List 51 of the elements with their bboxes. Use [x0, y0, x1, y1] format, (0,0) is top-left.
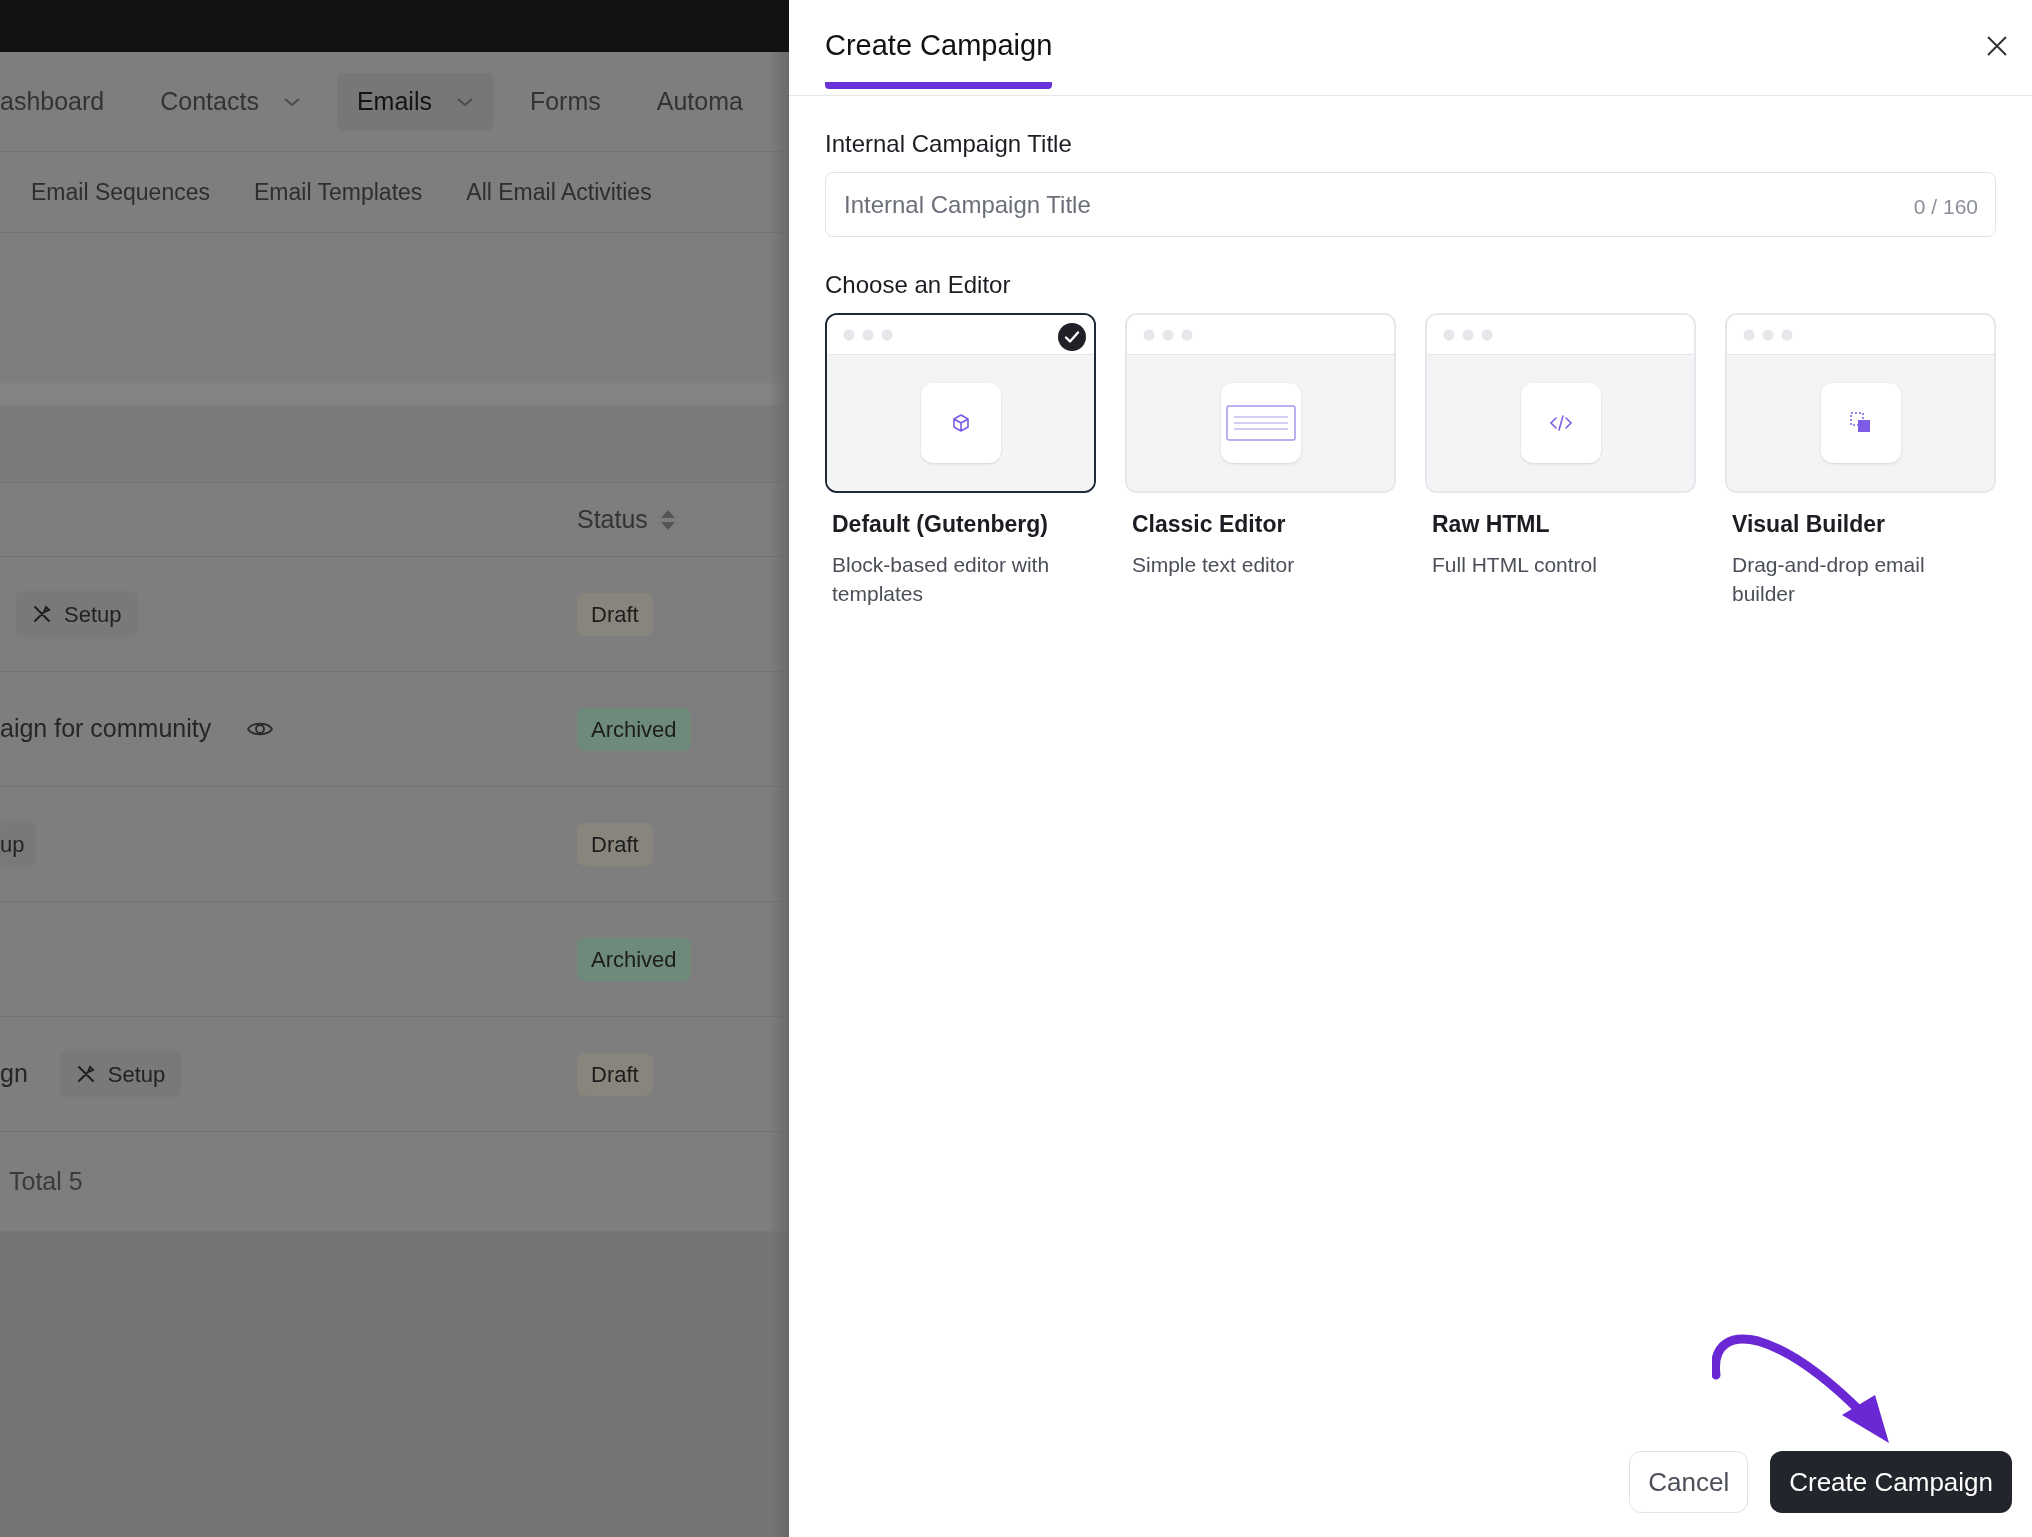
- editor-option[interactable]: [825, 313, 1096, 493]
- total-count: Total 5: [9, 1165, 83, 1197]
- text-block-icon: [1225, 405, 1296, 441]
- nav-item[interactable]: Automa: [636, 72, 763, 131]
- nav-item[interactable]: Contacts: [140, 72, 321, 131]
- editor-name: Default (Gutenberg): [832, 510, 1049, 539]
- cancel-button[interactable]: Cancel: [1629, 1451, 1749, 1513]
- status-badge: Archived: [577, 937, 691, 981]
- editor-description: Simple text editor: [1132, 551, 1296, 578]
- tools-icon: [32, 604, 52, 624]
- subnav-link[interactable]: All Email Activities: [466, 174, 652, 210]
- campaign-name[interactable]: aign for community: [0, 710, 212, 748]
- window-dots-icon: [1443, 328, 1493, 341]
- drawer-title: Create Campaign: [825, 29, 1053, 61]
- status-badge: Archived: [577, 707, 691, 751]
- editor-name: Classic Editor: [1132, 510, 1287, 539]
- drag-drop-icon: [1848, 411, 1873, 435]
- field-label: Internal Campaign Title: [825, 129, 1073, 159]
- code-icon: [1548, 414, 1573, 432]
- chevron-down-icon: [282, 96, 301, 107]
- editor-description: Drag-and-drop email builder: [1732, 551, 1926, 607]
- eye-icon[interactable]: [247, 720, 274, 738]
- editor-description: Full HTML control: [1432, 551, 1598, 578]
- character-counter: 0 / 160: [1913, 194, 1978, 220]
- close-icon[interactable]: [1986, 35, 2008, 57]
- window-dots-icon: [843, 328, 893, 341]
- nav-item[interactable]: ashboard: [0, 72, 125, 131]
- tools-icon: [75, 1064, 96, 1084]
- editor-name: Visual Builder: [1732, 510, 1886, 539]
- setup-tag: Setup: [59, 1051, 182, 1097]
- create-button[interactable]: Create Campaign: [1770, 1451, 2012, 1513]
- editor-name: Raw HTML: [1432, 510, 1551, 539]
- column-header[interactable]: Status: [577, 500, 676, 539]
- subnav-link[interactable]: Email Sequences: [31, 174, 210, 210]
- nav-item[interactable]: Forms: [509, 72, 621, 131]
- setup-tag: Setup: [16, 591, 138, 637]
- editor-description: Block-based editor with templates: [832, 551, 1051, 607]
- setup-tag: up: [0, 821, 37, 867]
- sort-icon: [659, 508, 676, 531]
- status-badge: Draft: [577, 1052, 653, 1096]
- subnav-link[interactable]: Email Templates: [254, 174, 423, 210]
- check-icon: [1058, 323, 1086, 351]
- chevron-down-icon: [455, 96, 474, 107]
- status-badge: Draft: [577, 592, 653, 636]
- campaign-name[interactable]: gn: [0, 1055, 28, 1093]
- nav-item[interactable]: Emails: [336, 72, 494, 131]
- window-dots-icon: [1743, 328, 1793, 341]
- status-badge: Draft: [577, 822, 653, 866]
- cube-icon: [950, 413, 971, 433]
- section-label: Choose an Editor: [825, 270, 1012, 300]
- window-dots-icon: [1143, 328, 1193, 341]
